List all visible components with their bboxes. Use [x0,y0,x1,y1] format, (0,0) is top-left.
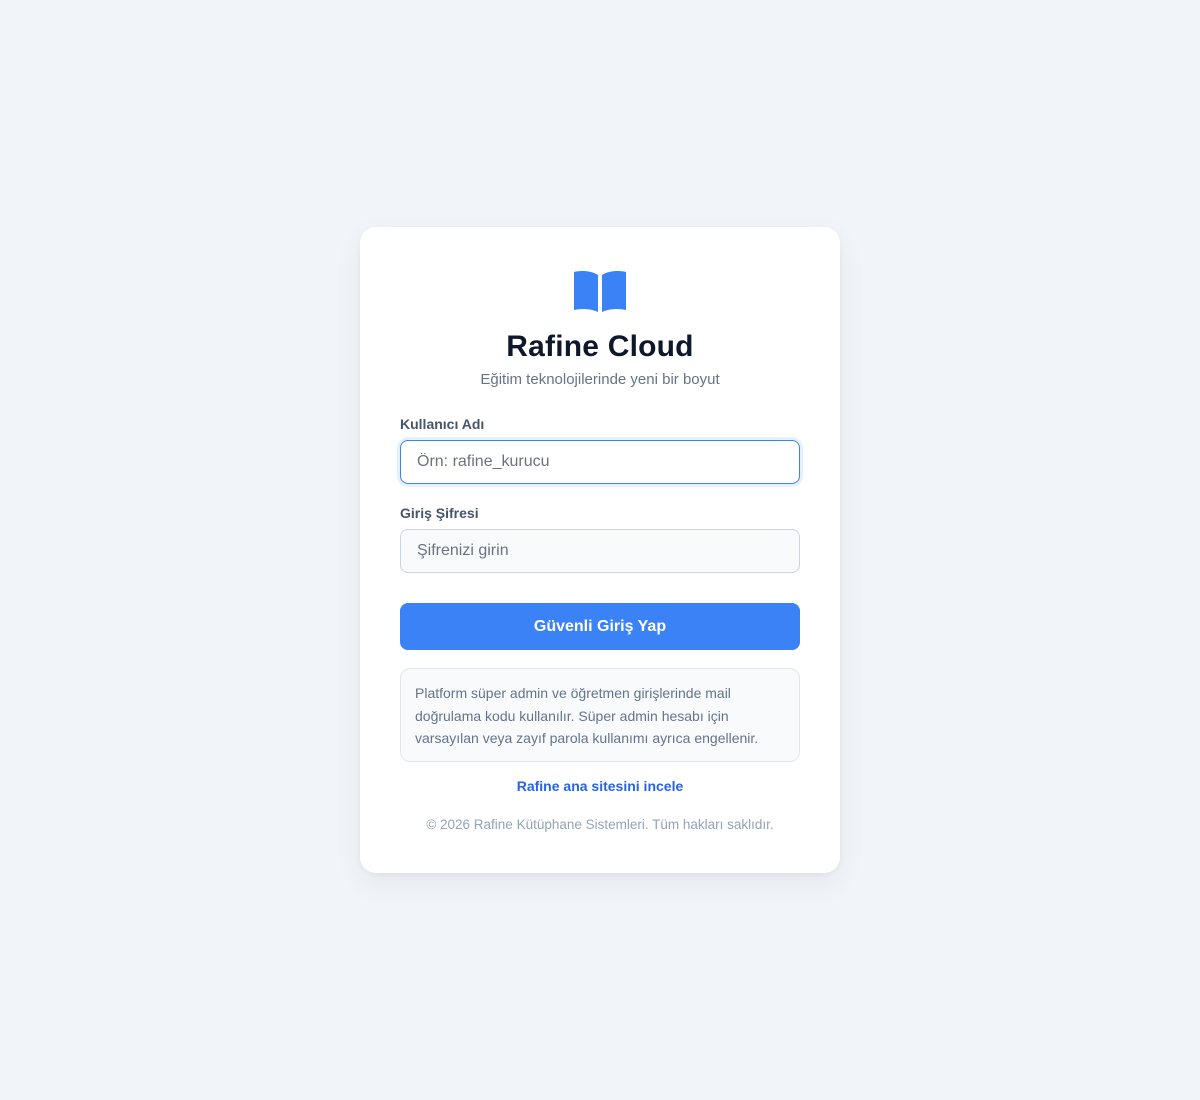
app-subtitle: Eğitim teknolojilerinde yeni bir boyut [480,371,720,388]
username-label: Kullanıcı Adı [400,416,485,432]
footer-copyright: © 2026 Rafine Kütüphane Sistemleri. Tüm … [426,817,774,832]
login-card: Rafine Cloud Eğitim teknolojilerinde yen… [360,227,840,873]
password-label: Giriş Şifresi [400,505,479,521]
password-input[interactable] [400,529,800,573]
book-open-icon [574,271,626,312]
info-notice: Platform süper admin ve öğretmen girişle… [400,668,800,762]
app-title: Rafine Cloud [506,330,694,363]
main-site-link[interactable]: Rafine ana sitesini incele [360,778,840,794]
login-button[interactable]: Güvenli Giriş Yap [400,603,800,650]
username-input[interactable] [400,440,800,484]
